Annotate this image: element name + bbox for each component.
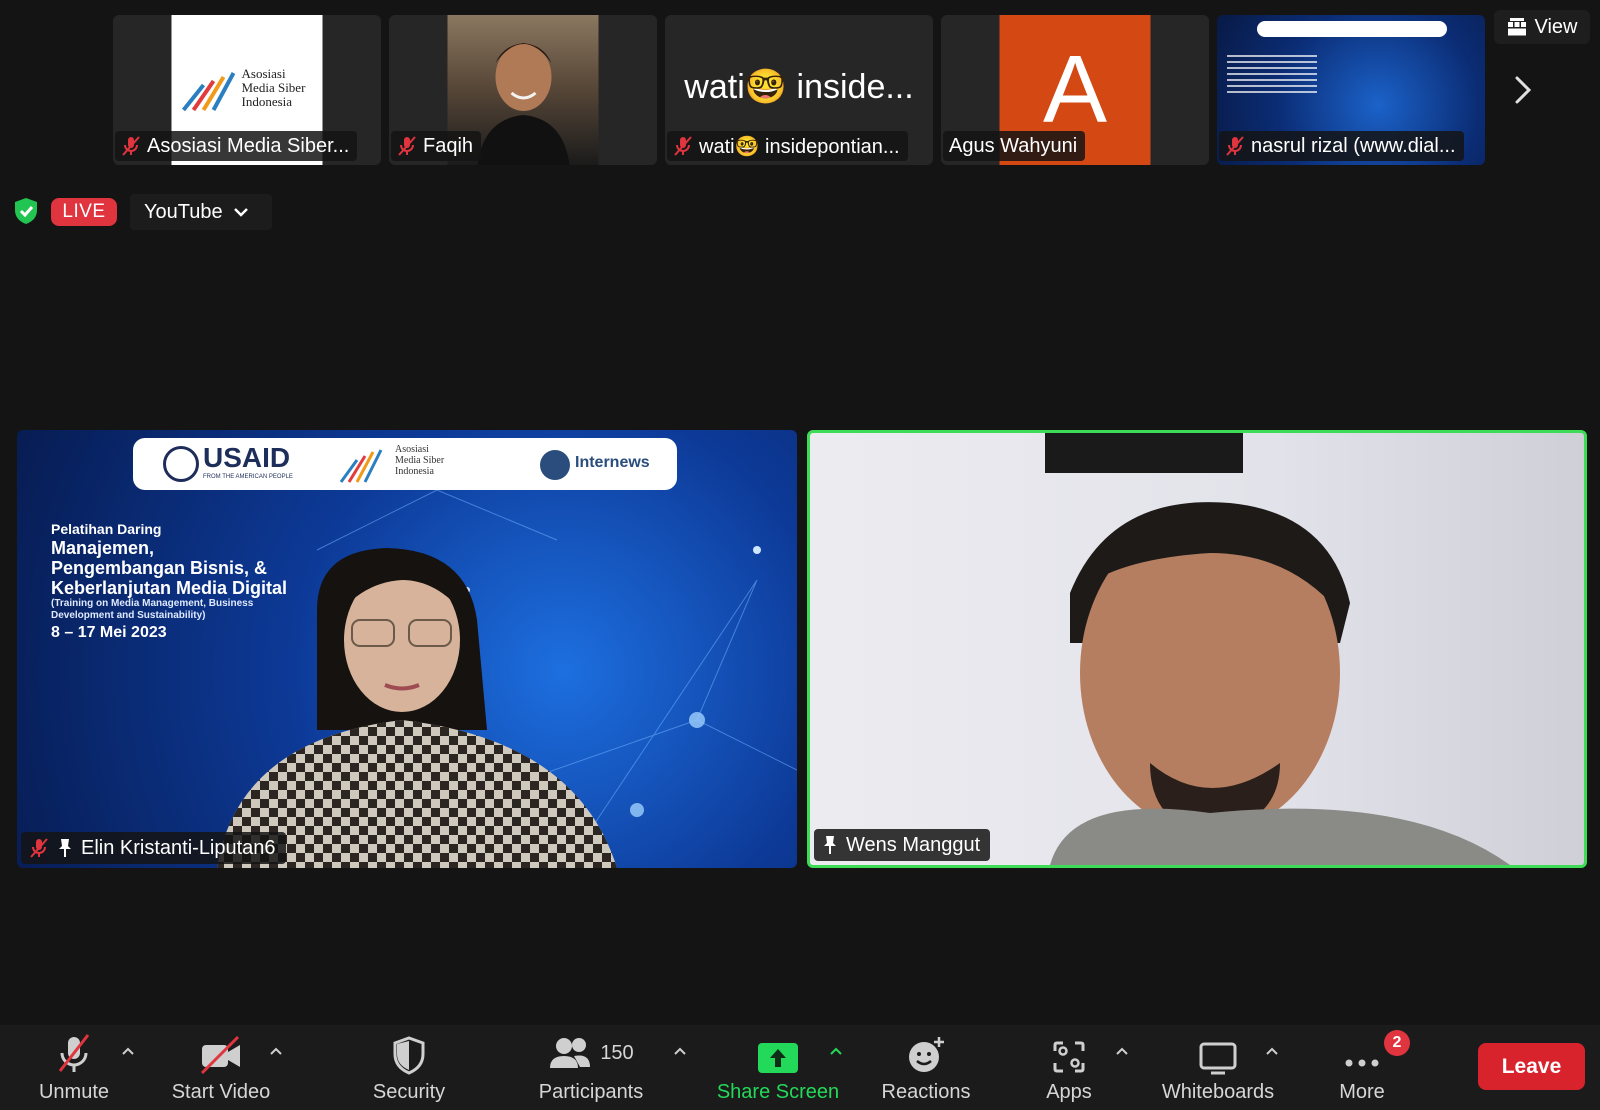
participant-name-tag: nasrul rizal (www.dial...: [1219, 131, 1464, 161]
grid-view-icon: [1507, 18, 1526, 36]
participant-name: Wens Manggut: [846, 833, 981, 856]
more-label: More: [1339, 1081, 1385, 1103]
livestream-platform-label: YouTube: [144, 200, 223, 223]
mic-muted-icon: [58, 1034, 90, 1072]
whiteboard-icon: [1199, 1042, 1237, 1075]
video-tile-wens[interactable]: Wens Manggut: [807, 430, 1587, 868]
preview-title-block: [1227, 55, 1317, 95]
presenter-silhouette: [217, 548, 617, 868]
participant-name-tag: Wens Manggut: [814, 829, 991, 861]
participants-button[interactable]: 150 Participants: [530, 1025, 652, 1110]
reactions-button[interactable]: Reactions: [876, 1025, 976, 1110]
chevron-down-icon: [233, 208, 248, 217]
leave-button[interactable]: Leave: [1478, 1043, 1585, 1090]
amsi-logo-line2: Media Siber: [241, 80, 306, 95]
mic-muted-icon: [398, 136, 416, 156]
participant-name-tag: wati🤓 insidepontian...: [667, 131, 908, 161]
live-badge: LIVE: [51, 198, 117, 226]
video-tile-elin[interactable]: USAID FROM THE AMERICAN PEOPLE Asosiasi …: [17, 430, 797, 868]
participant-name: wati🤓 insidepontian...: [699, 135, 900, 158]
participant-thumb-faqih[interactable]: Faqih: [389, 15, 657, 165]
participants-label: Participants: [538, 1081, 644, 1103]
chevron-right-icon[interactable]: [1508, 72, 1538, 108]
whiteboards-options-caret-icon[interactable]: [1264, 1043, 1280, 1059]
participant-thumb-nasrul[interactable]: nasrul rizal (www.dial...: [1217, 15, 1485, 165]
amsi-logo-line3: Indonesia: [241, 94, 293, 109]
mic-muted-icon: [122, 136, 140, 156]
share-screen-icon: [758, 1043, 798, 1073]
audio-options-caret-icon[interactable]: [120, 1043, 136, 1059]
participant-thumb-agus[interactable]: A Agus Wahyuni: [941, 15, 1209, 165]
reactions-icon: [909, 1037, 944, 1072]
whiteboards-button[interactable]: Whiteboards: [1156, 1025, 1280, 1110]
participant-name-tag: Agus Wahyuni: [943, 131, 1086, 161]
participants-options-caret-icon[interactable]: [672, 1043, 688, 1059]
pin-icon: [59, 839, 71, 857]
more-dots-icon: [1345, 1059, 1379, 1067]
view-button[interactable]: View: [1494, 10, 1590, 44]
apps-options-caret-icon[interactable]: [1114, 1043, 1130, 1059]
avatar-letter: A: [1042, 36, 1108, 143]
unmute-label: Unmute: [38, 1081, 110, 1103]
participant-name: Faqih: [423, 134, 474, 157]
mic-muted-icon: [674, 136, 692, 156]
start-video-button[interactable]: Start Video: [166, 1025, 276, 1110]
speaker-silhouette: [1050, 502, 1510, 865]
livestream-platform-dropdown[interactable]: YouTube: [130, 194, 272, 230]
pin-icon: [824, 836, 836, 854]
participant-thumb-wati[interactable]: wati🤓 inside... wati🤓 insidepontian...: [665, 15, 933, 165]
reactions-label: Reactions: [881, 1081, 971, 1103]
meeting-toolbar: Unmute Start Video Security 150 Particip…: [0, 1025, 1600, 1110]
preview-logo-bar: [1257, 21, 1447, 37]
participants-icon: [550, 1038, 591, 1068]
shield-icon: [393, 1036, 425, 1075]
security-label: Security: [372, 1081, 446, 1103]
share-screen-label: Share Screen: [716, 1081, 840, 1103]
mic-muted-icon: [30, 838, 48, 858]
share-options-caret-icon[interactable]: [828, 1043, 844, 1059]
view-button-label: View: [1534, 15, 1578, 38]
participant-name: nasrul rizal (www.dial...: [1251, 134, 1456, 157]
participant-name-tag: Elin Kristanti-Liputan6: [21, 832, 286, 864]
apps-button[interactable]: Apps: [1034, 1025, 1104, 1110]
participants-count: 150: [600, 1041, 634, 1064]
more-notification-badge: 2: [1384, 1030, 1410, 1056]
start-video-label: Start Video: [171, 1081, 271, 1103]
participant-name: Agus Wahyuni: [949, 134, 1078, 157]
security-button[interactable]: Security: [364, 1025, 454, 1110]
participant-name: Elin Kristanti-Liputan6: [81, 836, 276, 859]
video-off-icon: [200, 1035, 240, 1075]
participant-name: Asosiasi Media Siber...: [147, 134, 350, 157]
amsi-logo-line1: Asosiasi: [241, 66, 286, 81]
mic-muted-icon: [1226, 136, 1244, 156]
apps-icon: [1053, 1041, 1085, 1073]
video-options-caret-icon[interactable]: [268, 1043, 284, 1059]
share-screen-button[interactable]: Share Screen: [713, 1025, 843, 1110]
participant-name-tag: Asosiasi Media Siber...: [115, 131, 358, 161]
whiteboards-label: Whiteboards: [1161, 1081, 1275, 1103]
participant-thumb-asosiasi[interactable]: Asosiasi Media Siber Indonesia Asosiasi …: [113, 15, 381, 165]
more-button[interactable]: More: [1332, 1025, 1392, 1110]
participant-name-tag: Faqih: [391, 131, 482, 161]
apps-label: Apps: [1046, 1081, 1092, 1103]
encryption-shield-icon[interactable]: [12, 196, 40, 226]
participant-tile-text: wati🤓 inside...: [684, 68, 914, 106]
unmute-button[interactable]: Unmute: [34, 1025, 114, 1110]
